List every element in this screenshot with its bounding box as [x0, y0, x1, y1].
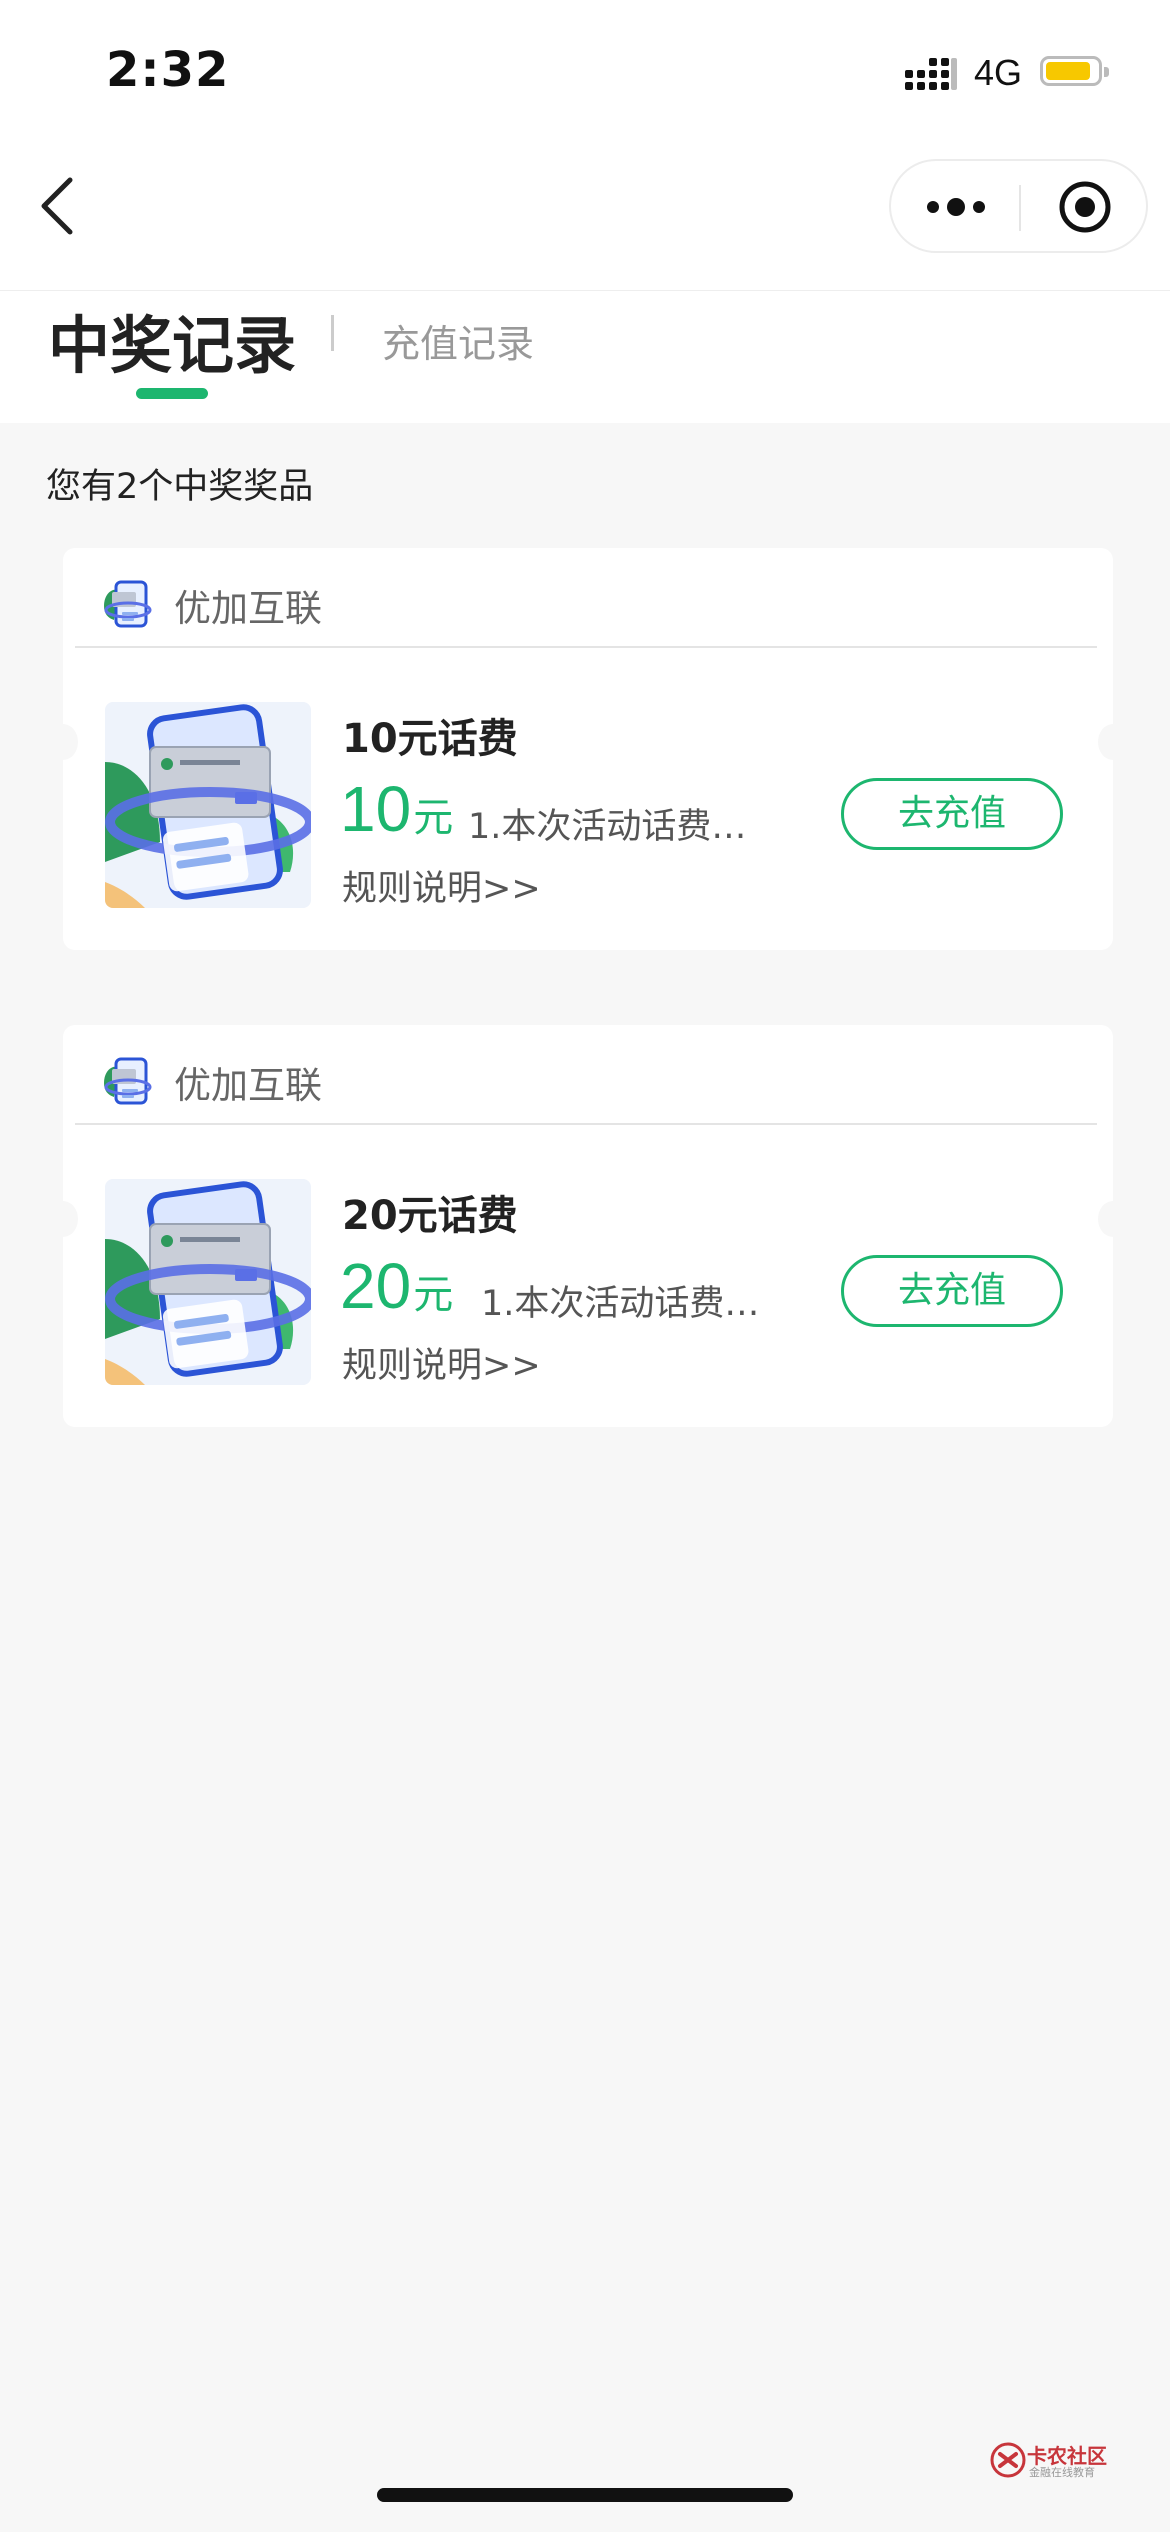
tab-prize-records[interactable]: 中奖记录 [48, 295, 296, 385]
capsule-divider [1019, 185, 1021, 231]
tab-divider [331, 315, 334, 351]
close-miniprogram-icon[interactable] [1057, 179, 1113, 235]
recharge-button[interactable]: 去充值 [841, 1255, 1063, 1327]
phone-bill-prize-image [105, 1179, 311, 1385]
shop-logo-icon [104, 580, 152, 628]
prize-amount: 10元 [340, 772, 453, 846]
watermark-logo-icon [990, 2442, 1026, 2478]
miniprogram-capsule [889, 159, 1148, 253]
status-time: 2:32 [106, 42, 230, 98]
prize-description: 1.本次活动话费权… [468, 807, 768, 847]
status-bar: 2:32 4G [0, 0, 1170, 150]
community-watermark: 卡农社区 金融在线教育 [985, 2438, 1115, 2482]
prize-amount: 20元 [340, 1249, 453, 1323]
more-options-icon[interactable] [921, 185, 991, 229]
battery-icon [1040, 56, 1109, 86]
prize-amount-unit: 元 [413, 1272, 454, 1318]
prize-description: 1.本次活动话费权… [481, 1284, 781, 1324]
prize-title: 20元话费 [342, 1193, 518, 1239]
recharge-button[interactable]: 去充值 [841, 778, 1063, 850]
card-divider [75, 646, 1097, 648]
prize-count-text: 您有2个中奖奖品 [46, 467, 314, 507]
phone-bill-prize-image [105, 702, 311, 908]
network-type: 4G [974, 52, 1023, 93]
nav-bar [0, 150, 1170, 291]
prize-title: 10元话费 [342, 716, 518, 762]
prize-amount-unit: 元 [413, 795, 454, 841]
rules-link[interactable]: 规则说明>> [342, 1337, 541, 1388]
card-divider [75, 1123, 1097, 1125]
prize-amount-value: 10 [340, 773, 412, 845]
back-arrow-icon[interactable] [30, 176, 90, 236]
prize-card: 优加互联 20元话费 20元 1.本次活动话费权… 规则说明>> 去充值 [48, 1025, 1128, 1427]
home-indicator [377, 2488, 793, 2502]
shop-name: 优加互联 [174, 587, 322, 630]
rules-link[interactable]: 规则说明>> [342, 860, 541, 911]
shop-name: 优加互联 [174, 1064, 322, 1107]
watermark-subtitle: 金融在线教育 [1029, 2466, 1095, 2479]
record-tabs: 中奖记录 充值记录 [0, 291, 1170, 423]
signal-strength-icon [905, 58, 957, 90]
prize-card: 优加互联 10元话费 10元 1.本次活动话费权… 规则说明>> 去充值 [48, 548, 1128, 950]
active-tab-indicator [136, 388, 208, 399]
shop-logo-icon [104, 1057, 152, 1105]
tab-recharge-records[interactable]: 充值记录 [382, 313, 534, 368]
prize-amount-value: 20 [340, 1250, 412, 1322]
